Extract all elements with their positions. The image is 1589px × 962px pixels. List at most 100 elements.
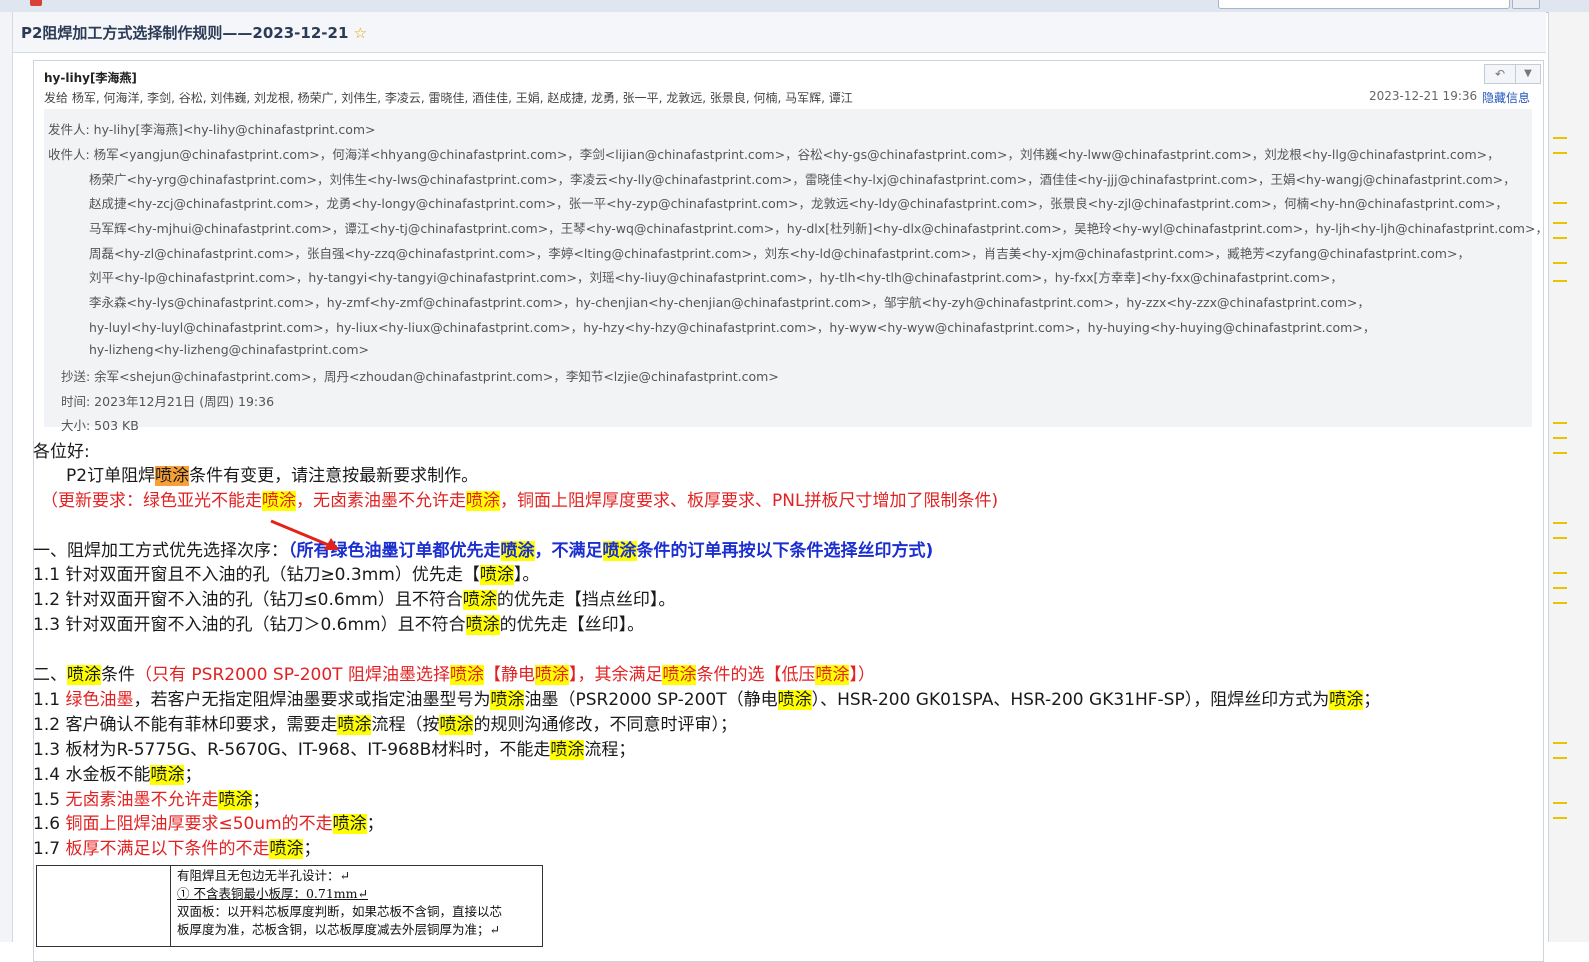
highlight: 喷涂	[550, 740, 585, 760]
scroll-marker	[1553, 802, 1567, 804]
item-text: ；	[1363, 690, 1381, 710]
red-note: 无卤素油墨不允许走	[65, 790, 219, 810]
highlight: 喷涂	[465, 615, 500, 635]
red-note: 【静电	[483, 665, 535, 685]
intro-text: P2订单阻焊	[66, 466, 156, 486]
table-cell: 有阻焊且无包边无半孔设计：↵ ① 不含表铜最小板厚：0.71mm↵ 双面板：以开…	[177, 867, 502, 939]
note-text: ，铜面上阻焊厚度要求、板厚要求、PNL拼板尺寸增加了限制条件)	[500, 491, 999, 511]
highlight: 喷涂	[439, 715, 474, 735]
item-text: 1.3 针对双面开窗不入油的孔（钻刀＞0.6mm）且不符合	[33, 615, 466, 635]
app-icon	[30, 0, 42, 6]
sender-name[interactable]: hy-lihy[李海燕]	[44, 69, 137, 86]
to-line: hy-lizheng<hy-lizheng@chinafastprint.com…	[89, 342, 369, 357]
section-title: 条件	[101, 665, 135, 685]
highlight: 喷涂	[777, 690, 812, 710]
item-text: 1.2 针对双面开窗不入油的孔（钻刀≤0.6mm）且不符合	[33, 590, 463, 610]
list-item: 1.1 针对双面开窗且不入油的孔（钻刀≥0.3mm）优先走【喷涂】。	[33, 560, 539, 585]
chevron-down-icon[interactable]: ▼	[1515, 64, 1541, 84]
to-line: 刘平<hy-lp@chinafastprint.com>，hy-tangyi<h…	[89, 270, 1343, 285]
item-text: 流程；	[584, 740, 636, 760]
note-text: （更新要求：绿色亚光不能走	[41, 491, 262, 511]
scroll-marker	[1553, 262, 1567, 264]
scroll-marker	[1553, 537, 1567, 539]
to-line: hy-luyl<hy-luyl@chinafastprint.com>，hy-l…	[89, 320, 1376, 335]
subject-text: P2阻焊加工方式选择制作规则——2023-12-21	[21, 24, 349, 42]
scroll-marker	[1553, 587, 1567, 589]
table-line: ① 不含表铜最小板厚：0.71mm↵	[177, 886, 368, 901]
intro-text: 条件有变更，请注意按最新要求制作。	[189, 466, 479, 486]
section2-heading: 二、喷涂条件（只有 PSR2000 SP-200T 阻焊油墨选择喷涂【静电喷涂】…	[33, 660, 875, 685]
blue-note: ，不满足	[534, 541, 603, 561]
search-input[interactable]	[1218, 0, 1510, 9]
highlight: 喷涂	[500, 541, 535, 561]
highlight: 喷涂	[662, 665, 697, 685]
header-details: 发件人: hy-lihy[李海燕]<hy-lihy@chinafastprint…	[44, 109, 1548, 433]
scroll-marker	[1553, 452, 1567, 454]
red-note: 绿色油墨	[65, 690, 134, 710]
highlight: 喷涂	[815, 665, 850, 685]
list-item: 1.2 客户确认不能有菲林印要求，需要走喷涂流程（按喷涂的规则沟通修改，不同意时…	[33, 710, 737, 735]
list-item: 1.2 针对双面开窗不入油的孔（钻刀≤0.6mm）且不符合喷涂的优先走【挡点丝印…	[33, 585, 675, 610]
item-text: 油墨（PSR2000 SP-200T（静电	[524, 690, 778, 710]
highlight: 喷涂	[269, 839, 304, 859]
item-text: 1.2 客户确认不能有菲林印要求，需要走	[33, 715, 338, 735]
scroll-marker	[1553, 572, 1567, 574]
item-text: 1.7	[33, 839, 66, 859]
table-line: 板厚度为准，芯板含铜，以芯板厚度减去外层铜厚为准；↵	[177, 922, 500, 937]
subject-bar: P2阻焊加工方式选择制作规则——2023-12-21 ☆	[13, 12, 1546, 53]
to-line: 赵成捷<hy-zcj@chinafastprint.com>，龙勇<hy-lon…	[89, 196, 1508, 211]
cc-line: 抄送: 余军<shejun@chinafastprint.com>，周丹<zho…	[61, 369, 779, 384]
highlight: 喷涂	[479, 565, 514, 585]
item-text: 1.6	[33, 814, 66, 834]
from-line: 发件人: hy-lihy[李海燕]<hy-lihy@chinafastprint…	[48, 122, 376, 137]
mail-reader: P2阻焊加工方式选择制作规则——2023-12-21 ☆ hy-lihy[李海燕…	[13, 12, 1548, 962]
highlight: 喷涂	[67, 665, 101, 685]
to-line: 收件人: 杨军<yangjun@chinafastprint.com>，何海洋<…	[48, 147, 1500, 162]
red-note: 板厚不满足以下条件的不走	[65, 839, 270, 859]
highlight: 喷涂	[262, 491, 296, 511]
greeting: 各位好:	[33, 442, 90, 462]
red-note: 铜面上阻焊油厚要求≤50um的不走	[65, 814, 333, 834]
list-item: 1.4 水金板不能喷涂；	[33, 760, 201, 785]
blue-note: 条件的订单再按以下条件选择丝印方式)	[636, 541, 934, 561]
list-item: 1.3 针对双面开窗不入油的孔（钻刀＞0.6mm）且不符合喷涂的优先走【丝印】。	[33, 610, 644, 635]
reply-icon[interactable]: ↶	[1484, 64, 1516, 84]
highlight: 喷涂	[218, 790, 253, 810]
highlight: 喷涂	[462, 590, 497, 610]
embedded-table: 有阻焊且无包边无半孔设计：↵ ① 不含表铜最小板厚：0.71mm↵ 双面板：以开…	[36, 865, 543, 947]
section-title: 二、	[33, 665, 67, 685]
email-subject: P2阻焊加工方式选择制作规则——2023-12-21 ☆	[21, 22, 367, 43]
recipients-summary: 发给 杨军, 何海洋, 李剑, 谷松, 刘伟巍, 刘龙根, 杨荣广, 刘伟生, …	[44, 91, 853, 105]
scroll-marker	[1553, 437, 1567, 439]
item-text: 流程（按	[371, 715, 440, 735]
scroll-marker	[1553, 280, 1567, 282]
item-text: 1.4 水金板不能	[33, 765, 151, 785]
item-text: 】。	[513, 565, 540, 585]
search-button[interactable]	[1512, 0, 1540, 9]
scroll-marker	[1553, 817, 1567, 819]
item-text: 1.1	[33, 690, 66, 710]
scroll-marker	[1553, 222, 1567, 224]
item-text: ，若客户无指定阻焊油墨要求或指定油墨型号为	[133, 690, 491, 710]
time-line: 时间: 2023年12月21日 (周四) 19:36	[61, 394, 275, 409]
send-date: 2023-12-21 19:36	[1369, 89, 1478, 103]
table-cell	[37, 866, 171, 946]
highlight: 喷涂	[1329, 690, 1364, 710]
to-line: 杨荣广<hy-yrg@chinafastprint.com>，刘伟生<hy-lw…	[89, 172, 1516, 187]
highlight: 喷涂	[490, 690, 525, 710]
item-text: ；	[184, 765, 202, 785]
item-text: 1.5	[33, 790, 66, 810]
table-line: 有阻焊且无包边无半孔设计：↵	[177, 868, 350, 883]
item-text: ；	[252, 790, 270, 810]
list-item: 1.5 无卤素油墨不允许走喷涂；	[33, 785, 269, 810]
highlight: 喷涂	[602, 541, 637, 561]
item-text: 的优先走【挡点丝印】。	[496, 590, 676, 610]
item-text: ；	[303, 839, 321, 859]
scroll-marker	[1553, 202, 1567, 204]
right-scrollbar[interactable]	[1548, 12, 1589, 942]
section1-heading: 一、阻焊加工方式优先选择次序：（所有绿色油墨订单都优先走喷涂，不满足喷涂条件的订…	[33, 536, 933, 561]
item-text: 的优先走【丝印】。	[499, 615, 645, 635]
hide-info-link[interactable]: 隐藏信息	[1482, 89, 1530, 106]
item-text: 1.3 板材为R-5775G、R-5670G、IT-968、IT-968B材料时…	[33, 740, 551, 760]
star-icon[interactable]: ☆	[354, 24, 367, 42]
